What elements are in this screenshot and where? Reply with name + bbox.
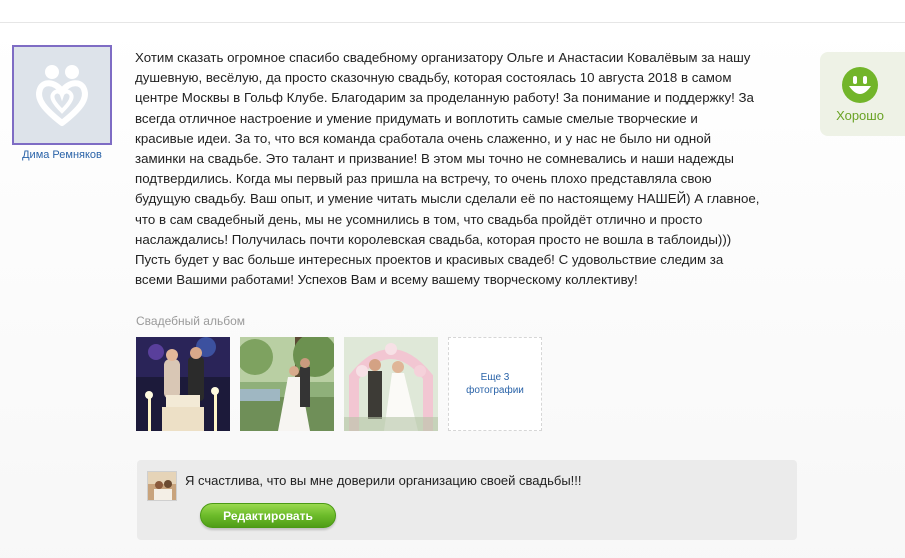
author-name-link[interactable]: Дима Ремняков — [12, 149, 112, 161]
photo-wedding-cake[interactable] — [136, 337, 230, 431]
rating-badge: Хорошо — [820, 52, 905, 136]
rating-label: Хорошо — [836, 108, 884, 123]
photo-couple-flower-arch[interactable] — [344, 337, 438, 431]
album-title: Свадебный альбом — [136, 314, 246, 328]
author-block: Дима Ремняков — [12, 45, 112, 161]
couple-heart-logo-icon — [36, 65, 88, 126]
more-photos-link[interactable]: Еще 3 фотографии — [448, 337, 542, 431]
photo-couple-park[interactable] — [240, 337, 334, 431]
reply-text: Я счастлива, что вы мне доверили организ… — [185, 473, 582, 488]
organizer-reply: Я счастлива, что вы мне доверили организ… — [137, 460, 797, 540]
smiley-face-icon — [842, 67, 878, 103]
edit-button[interactable]: Редактировать — [200, 503, 336, 528]
review-card: Дима Ремняков Хотим сказать огромное спа… — [0, 22, 905, 558]
avatar[interactable] — [12, 45, 112, 145]
reply-avatar — [147, 471, 177, 501]
review-text: Хотим сказать огромное спасибо свадебном… — [135, 50, 760, 288]
top-bar — [0, 0, 905, 22]
